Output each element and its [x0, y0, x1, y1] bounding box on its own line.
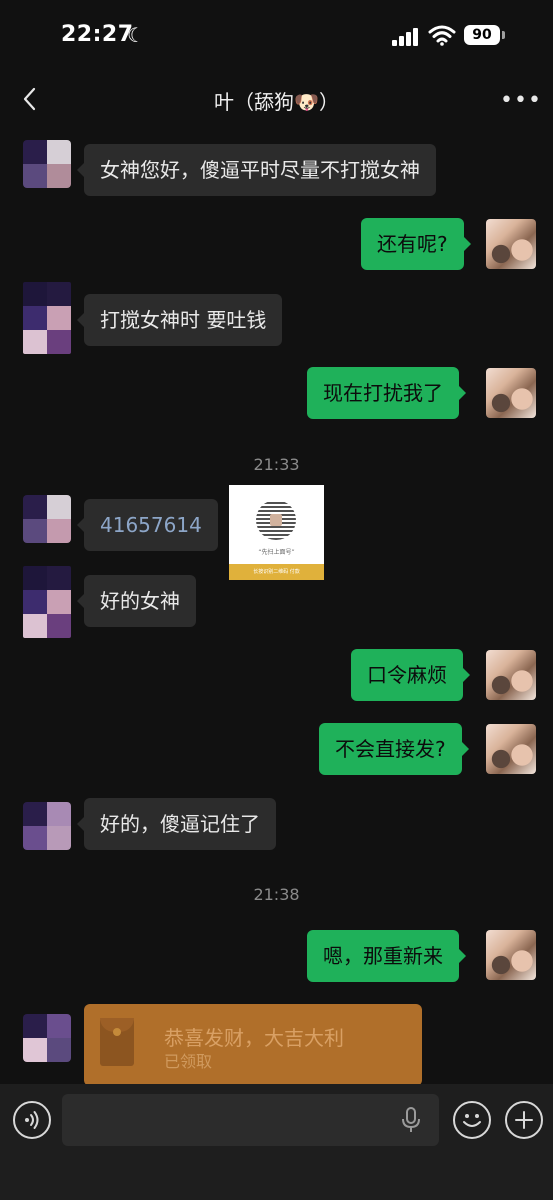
input-bar	[0, 1084, 553, 1200]
chat-title: 叶（舔狗🐶）	[214, 90, 339, 114]
timestamp: 21:33	[253, 455, 300, 474]
red-packet-status: 已领取	[164, 1052, 213, 1071]
emoji-icon[interactable]	[453, 1101, 491, 1139]
qr-code-icon	[256, 500, 296, 540]
mic-icon[interactable]	[399, 1106, 423, 1134]
voice-icon[interactable]	[13, 1101, 51, 1139]
contact-avatar[interactable]	[23, 802, 71, 850]
battery-tip	[502, 31, 505, 39]
timestamp: 21:38	[253, 885, 300, 904]
red-packet-message[interactable]: 恭喜发财，大吉大利 已领取	[84, 1004, 422, 1086]
contact-avatar[interactable]	[23, 140, 71, 188]
image-footer: 长按识别二维码 付款	[229, 564, 324, 580]
status-bar: 22:27 ☾ 90	[0, 0, 553, 74]
signal-icon	[392, 28, 420, 46]
contact-avatar[interactable]	[23, 282, 71, 354]
my-avatar[interactable]	[486, 650, 536, 700]
wifi-icon	[428, 25, 456, 46]
message-bubble[interactable]: 现在打扰我了	[307, 367, 466, 419]
message-bubble[interactable]: 女神您好，傻逼平时尽量不打搅女神	[77, 144, 436, 196]
image-caption: “先扫上面号”	[258, 549, 295, 556]
battery-icon: 90	[464, 25, 500, 45]
contact-avatar[interactable]	[23, 1014, 71, 1062]
message-bubble[interactable]: 好的，傻逼记住了	[77, 798, 276, 850]
my-avatar[interactable]	[486, 368, 536, 418]
message-bubble[interactable]: 不会直接发?	[319, 723, 469, 775]
message-bubble[interactable]: 好的女神	[77, 575, 196, 627]
red-envelope-icon	[100, 1018, 134, 1066]
message-input[interactable]	[62, 1094, 439, 1146]
plus-icon[interactable]	[505, 1101, 543, 1139]
chat-header: 叶（舔狗🐶） •••	[0, 74, 553, 124]
my-avatar[interactable]	[486, 930, 536, 980]
message-bubble[interactable]: 口令麻烦	[351, 649, 470, 701]
message-bubble[interactable]: 打搅女神时 要吐钱	[76, 294, 283, 346]
qr-code-image[interactable]: “先扫上面号” 长按识别二维码 付款	[229, 485, 324, 580]
my-avatar[interactable]	[486, 219, 536, 269]
status-time: 22:27	[61, 22, 134, 47]
my-avatar[interactable]	[486, 724, 536, 774]
moon-icon: ☾	[127, 23, 145, 47]
message-bubble[interactable]: 还有呢?	[361, 218, 471, 270]
message-bubble[interactable]: 嗯，那重新来	[307, 930, 466, 982]
message-bubble[interactable]: 41657614	[77, 499, 218, 551]
contact-avatar[interactable]	[23, 566, 71, 638]
contact-avatar[interactable]	[23, 495, 71, 543]
more-dots-icon[interactable]: •••	[500, 88, 542, 113]
red-packet-title: 恭喜发财，大吉大利	[164, 1026, 344, 1050]
